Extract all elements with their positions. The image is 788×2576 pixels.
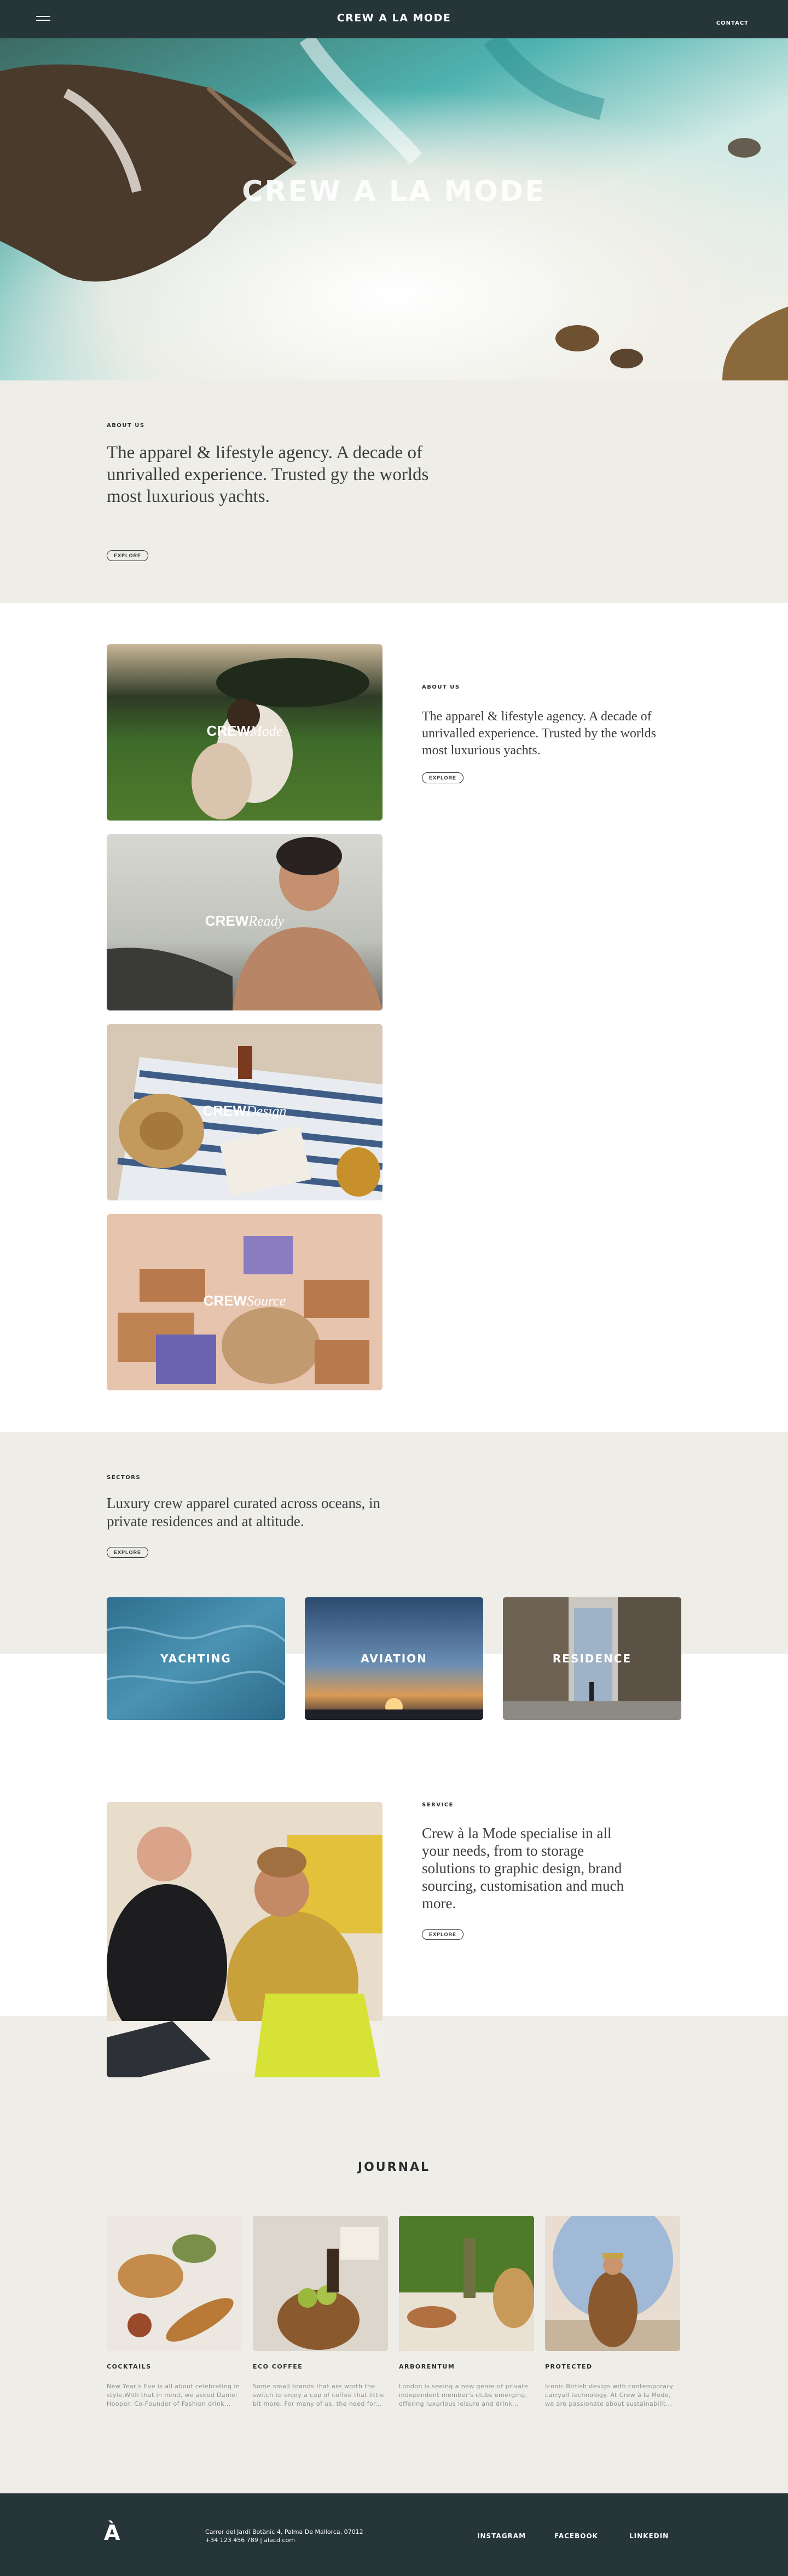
- hero-banner: CREW A LA MODE: [0, 38, 788, 380]
- basket-photo: [253, 2216, 388, 2351]
- journal-card[interactable]: COCKTAILS New Year's Eve is all about ce…: [107, 2216, 242, 2408]
- journal-card[interactable]: ECO COFFEE Some small brands that are wo…: [253, 2216, 388, 2408]
- top-navbar: CREW A LA MODE CONTACT: [0, 0, 788, 38]
- service-photo: [107, 1802, 383, 2077]
- sector-label-residence: RESIDENCE: [552, 1652, 632, 1665]
- journal-post-title[interactable]: COCKTAILS: [107, 2363, 242, 2370]
- journal-photo-arborentum[interactable]: [399, 2216, 534, 2351]
- side-about-label: ABOUT US: [422, 684, 460, 690]
- picnic-food-photo: [107, 2216, 242, 2351]
- service-text: Crew à la Mode specialise in all your ne…: [422, 1825, 624, 1911]
- sector-label-yachting: YACHTING: [160, 1652, 231, 1665]
- journal-post-excerpt: London is seeing a new genre of private …: [399, 2383, 529, 2407]
- journal-title: JOURNAL: [357, 2161, 431, 2174]
- side-about-text: The apparel & lifestyle agency. A decade…: [422, 709, 656, 758]
- man-with-bag-photo: [545, 2216, 680, 2351]
- journal-post-excerpt: New Year's Eve is all about celebrating …: [107, 2383, 240, 2407]
- side-about-explore-button[interactable]: EXPLORE: [422, 772, 464, 783]
- journal-photo-cocktails[interactable]: [107, 2216, 242, 2351]
- journal-card[interactable]: PROTECTED Iconic British design with con…: [545, 2216, 680, 2408]
- journal-post-title[interactable]: ARBORENTUM: [399, 2363, 534, 2370]
- sectors-explore-button[interactable]: EXPLORE: [107, 1547, 149, 1558]
- sector-tile-yachting[interactable]: YACHTING: [107, 1597, 285, 1720]
- footer-link-linkedin[interactable]: LINKEDIN: [629, 2532, 669, 2540]
- hero-title: CREW A LA MODE: [242, 175, 546, 208]
- brand-label-ready: CREWReady: [205, 912, 285, 929]
- brand-card-source[interactable]: CREWSource: [107, 1214, 383, 1390]
- brand-label-source: CREWSource: [203, 1292, 286, 1309]
- journal-post-title[interactable]: ECO COFFEE: [253, 2363, 388, 2370]
- site-title[interactable]: CREW A LA MODE: [0, 12, 788, 24]
- sector-label-aviation: AVIATION: [361, 1652, 427, 1665]
- about-explore-button[interactable]: EXPLORE: [107, 550, 149, 561]
- journal-card[interactable]: ARBORENTUM London is seeing a new genre …: [399, 2216, 534, 2408]
- footer-address: Carrer del Jardí Botànic 4, Palma De Mal…: [205, 2528, 363, 2544]
- footer-link-instagram[interactable]: INSTAGRAM: [477, 2532, 526, 2540]
- journal-post-excerpt: Iconic British design with contemporary …: [545, 2383, 674, 2407]
- about-section: ABOUT US The apparel & lifestyle agency.…: [0, 380, 788, 603]
- footer-contact-line: +34 123 456 789 | alacd.com: [205, 2537, 295, 2544]
- sector-tile-aviation[interactable]: AVIATION: [305, 1597, 483, 1720]
- brand-label-design: CREWDesign: [202, 1102, 287, 1119]
- journal-photo-eco-coffee[interactable]: [253, 2216, 388, 2351]
- journal-post-excerpt: Some small brands that are worth the swi…: [253, 2383, 384, 2407]
- about-label: ABOUT US: [107, 423, 145, 429]
- brand-card-mode[interactable]: CREWMode: [107, 644, 383, 821]
- brand-card-design[interactable]: CREWDesign: [107, 1024, 383, 1200]
- service-label: SERVICE: [422, 1802, 454, 1808]
- footer-link-facebook[interactable]: FACEBOOK: [554, 2532, 598, 2540]
- contact-link[interactable]: CONTACT: [716, 20, 749, 26]
- journal-post-title[interactable]: PROTECTED: [545, 2363, 680, 2370]
- team-laughing-photo: [107, 1802, 383, 2077]
- footer: À Carrer del Jardí Botànic 4, Palma De M…: [0, 2493, 788, 2576]
- sector-tile-residence[interactable]: RESIDENCE: [503, 1597, 681, 1720]
- wine-picnic-photo: [399, 2216, 534, 2351]
- journal-photo-protected[interactable]: [545, 2216, 680, 2351]
- footer-address-line: Carrer del Jardí Botànic 4, Palma De Mal…: [205, 2528, 363, 2535]
- brand-label-mode: CREWMode: [206, 723, 283, 739]
- hero-ocean-image: [0, 38, 788, 380]
- sectors-label: SECTORS: [107, 1475, 141, 1481]
- side-about-block: ABOUT US The apparel & lifestyle agency.…: [422, 684, 674, 783]
- footer-logo[interactable]: À: [104, 2521, 120, 2545]
- sectors-text: Luxury crew apparel curated across ocean…: [107, 1495, 381, 1529]
- service-explore-button[interactable]: EXPLORE: [422, 1929, 464, 1940]
- about-intro-text: The apparel & lifestyle agency. A decade…: [107, 443, 429, 506]
- brand-card-ready[interactable]: CREWReady: [107, 834, 383, 1010]
